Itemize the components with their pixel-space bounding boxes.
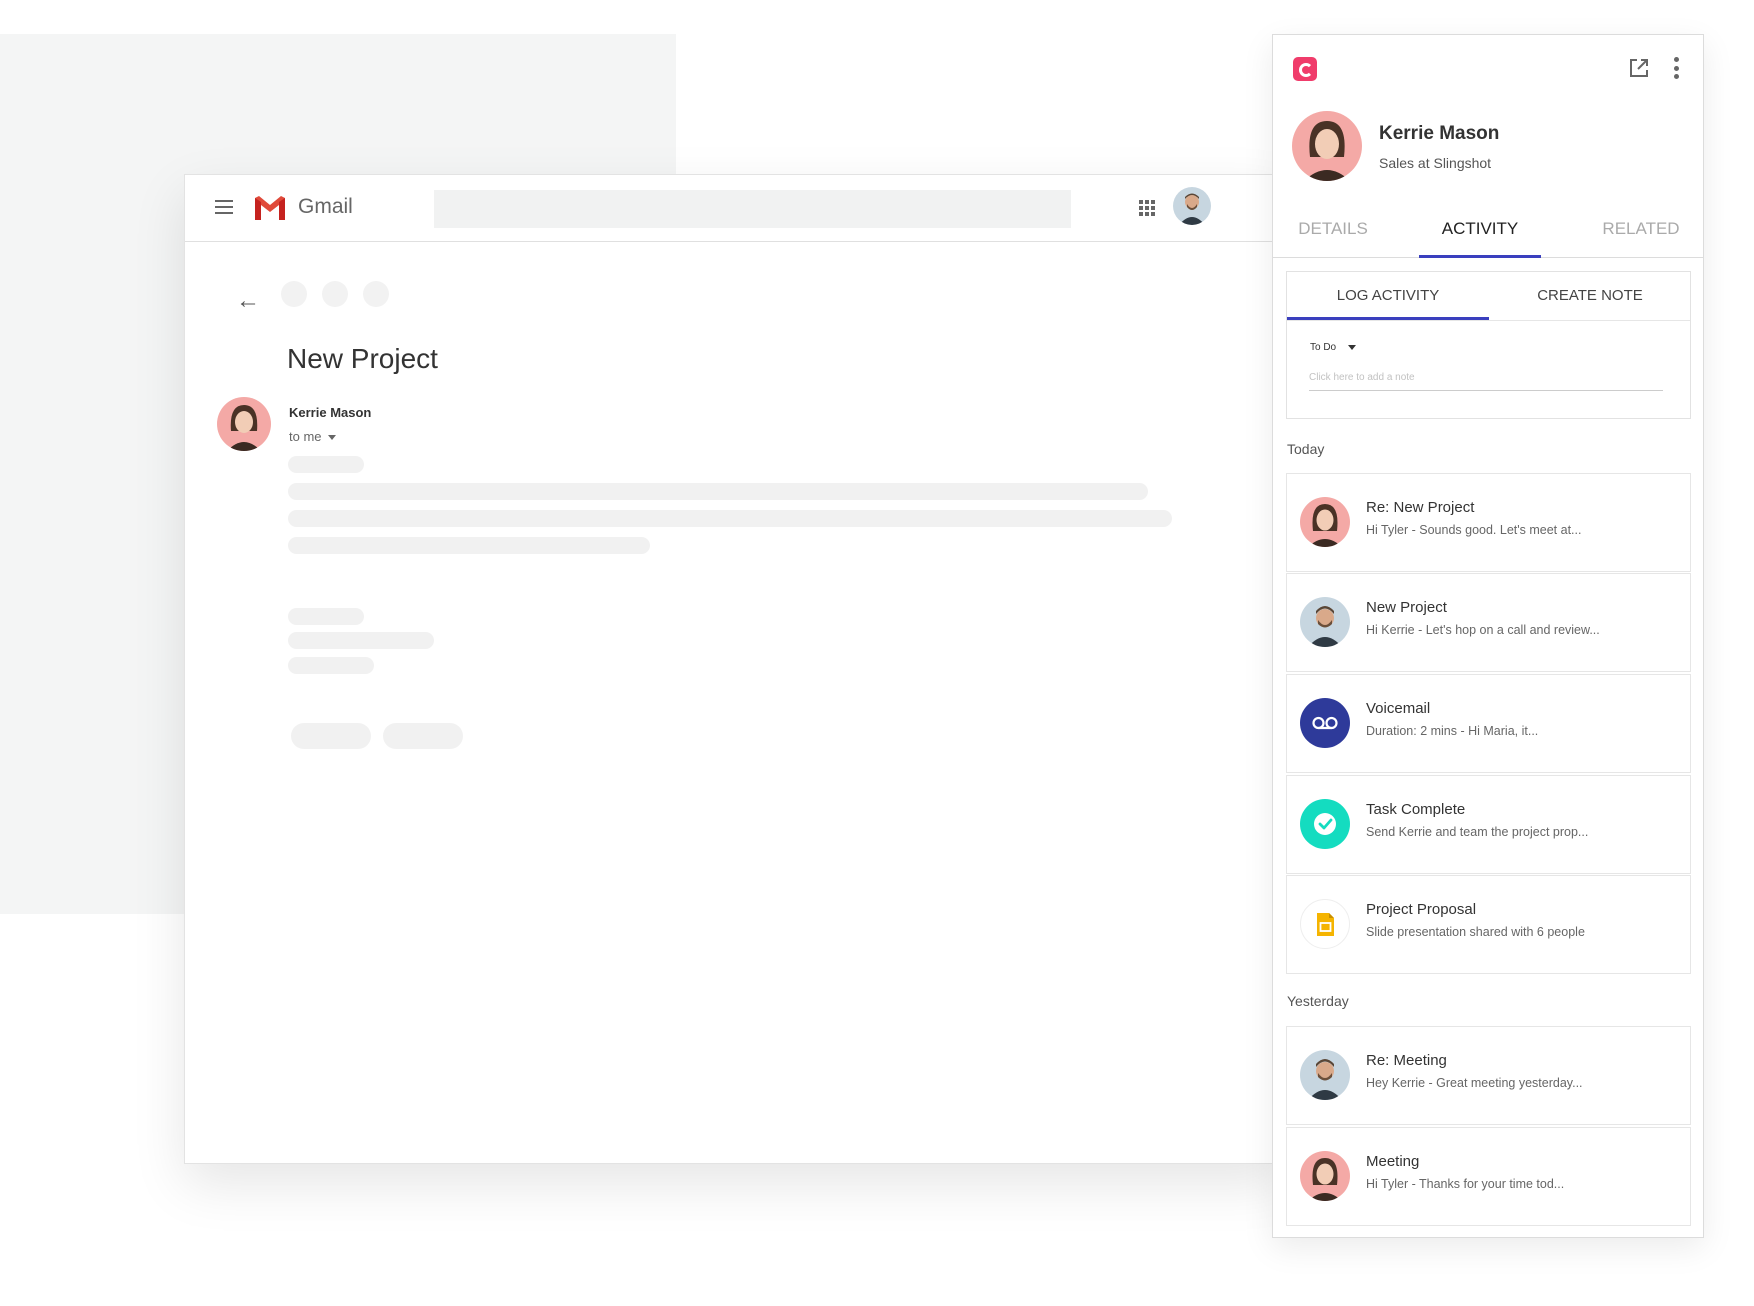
activity-title: Project Proposal bbox=[1366, 901, 1477, 918]
button-placeholder[interactable] bbox=[291, 723, 371, 749]
avatar-woman-icon bbox=[1300, 1151, 1350, 1201]
text-placeholder bbox=[288, 632, 434, 649]
user-avatar[interactable] bbox=[1173, 187, 1211, 225]
activity-item[interactable]: New Project Hi Kerrie - Let's hop on a c… bbox=[1286, 573, 1691, 672]
activity-type-select[interactable]: To Do bbox=[1310, 342, 1357, 353]
search-bar[interactable] bbox=[434, 190, 1071, 228]
text-placeholder bbox=[288, 537, 650, 554]
brand-logo-icon bbox=[1293, 57, 1317, 81]
activity-title: Voicemail bbox=[1366, 700, 1431, 717]
email-subject: New Project bbox=[287, 343, 438, 374]
toolbar-placeholder[interactable] bbox=[363, 281, 389, 307]
text-placeholder bbox=[288, 510, 1172, 527]
sender-avatar bbox=[217, 397, 271, 451]
activity-subtitle: Hey Kerrie - Great meeting yesterday... bbox=[1366, 1076, 1583, 1090]
more-vertical-icon[interactable] bbox=[1673, 57, 1679, 79]
text-placeholder bbox=[288, 483, 1148, 500]
activity-type-label: To Do bbox=[1310, 342, 1337, 353]
gmail-logo-icon bbox=[255, 196, 285, 220]
divider bbox=[1287, 320, 1690, 321]
activity-item[interactable]: Voicemail Duration: 2 mins - Hi Maria, i… bbox=[1286, 674, 1691, 773]
gmail-header: Gmail bbox=[185, 175, 1285, 242]
activity-title: Re: Meeting bbox=[1366, 1052, 1447, 1069]
button-placeholder[interactable] bbox=[383, 723, 463, 749]
apps-grid-icon[interactable] bbox=[1139, 200, 1155, 216]
chevron-down-icon bbox=[327, 435, 336, 441]
section-today: Today bbox=[1287, 441, 1325, 457]
activity-subtitle: Hi Kerrie - Let's hop on a call and revi… bbox=[1366, 623, 1600, 637]
activity-title: Task Complete bbox=[1366, 801, 1466, 818]
panel-tabs: DETAILS ACTIVITY RELATED bbox=[1273, 213, 1703, 258]
open-external-icon[interactable] bbox=[1628, 57, 1650, 79]
crm-side-panel: Kerrie Mason Sales at Slingshot DETAILS … bbox=[1272, 34, 1704, 1238]
activity-item[interactable]: Project Proposal Slide presentation shar… bbox=[1286, 875, 1691, 974]
voicemail-icon bbox=[1300, 698, 1350, 748]
section-yesterday: Yesterday bbox=[1287, 993, 1349, 1009]
back-arrow-icon[interactable]: ← bbox=[236, 287, 260, 315]
activity-item[interactable]: Re: New Project Hi Tyler - Sounds good. … bbox=[1286, 473, 1691, 572]
avatar-woman-icon bbox=[1300, 497, 1350, 547]
gmail-window: Gmail ← New Project Kerrie Mason to me bbox=[184, 174, 1286, 1164]
activity-subtitle: Slide presentation shared with 6 people bbox=[1366, 925, 1585, 939]
toolbar-placeholder[interactable] bbox=[281, 281, 307, 307]
recipient-label: to me bbox=[289, 429, 322, 444]
contact-name: Kerrie Mason bbox=[1379, 123, 1500, 144]
text-placeholder bbox=[288, 608, 364, 625]
tab-create-note[interactable]: CREATE NOTE bbox=[1489, 272, 1691, 320]
activity-title: Re: New Project bbox=[1366, 499, 1475, 516]
contact-avatar bbox=[1292, 111, 1362, 181]
avatar-man-icon bbox=[1300, 1050, 1350, 1100]
contact-title: Sales at Slingshot bbox=[1379, 155, 1492, 171]
activity-title: New Project bbox=[1366, 599, 1447, 616]
activity-title: Meeting bbox=[1366, 1153, 1420, 1170]
note-input[interactable] bbox=[1309, 368, 1663, 391]
toolbar-placeholder[interactable] bbox=[322, 281, 348, 307]
recipient-dropdown[interactable]: to me bbox=[289, 429, 336, 444]
sender-name: Kerrie Mason bbox=[289, 405, 372, 420]
check-icon bbox=[1300, 799, 1350, 849]
activity-subtitle: Send Kerrie and team the project prop... bbox=[1366, 825, 1589, 839]
avatar-man-icon bbox=[1300, 597, 1350, 647]
activity-item[interactable]: Re: Meeting Hey Kerrie - Great meeting y… bbox=[1286, 1026, 1691, 1125]
activity-item[interactable]: Task Complete Send Kerrie and team the p… bbox=[1286, 775, 1691, 874]
tab-details[interactable]: DETAILS bbox=[1293, 213, 1373, 257]
chevron-down-icon bbox=[1348, 344, 1357, 350]
slides-icon bbox=[1300, 899, 1350, 949]
activity-item[interactable]: Meeting Hi Tyler - Thanks for your time … bbox=[1286, 1127, 1691, 1226]
log-activity-card: LOG ACTIVITY CREATE NOTE To Do bbox=[1286, 271, 1691, 419]
text-placeholder bbox=[288, 657, 374, 674]
tab-activity[interactable]: ACTIVITY bbox=[1419, 213, 1541, 258]
menu-icon[interactable] bbox=[215, 200, 233, 214]
activity-subtitle: Duration: 2 mins - Hi Maria, it... bbox=[1366, 724, 1539, 738]
tab-related[interactable]: RELATED bbox=[1591, 213, 1691, 257]
activity-subtitle: Hi Tyler - Sounds good. Let's meet at... bbox=[1366, 523, 1582, 537]
gmail-title: Gmail bbox=[298, 195, 353, 218]
text-placeholder bbox=[288, 456, 364, 473]
tab-log-activity[interactable]: LOG ACTIVITY bbox=[1287, 272, 1489, 320]
activity-subtitle: Hi Tyler - Thanks for your time tod... bbox=[1366, 1177, 1565, 1191]
